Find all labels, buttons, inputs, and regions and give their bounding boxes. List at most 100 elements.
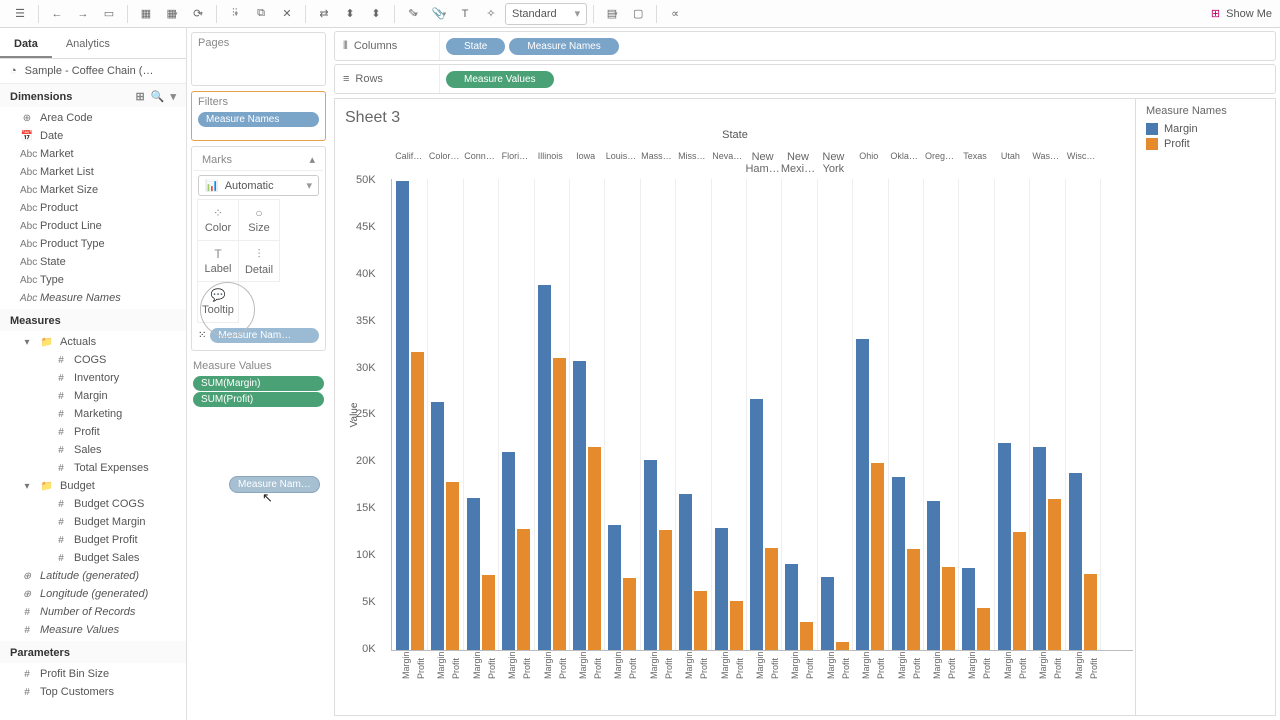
bar-profit[interactable] (871, 463, 884, 650)
bar-margin[interactable] (927, 501, 940, 650)
bar-profit[interactable] (1084, 574, 1097, 650)
meas-budget-cogs[interactable]: #Budget COGS (0, 495, 186, 513)
bar-profit[interactable] (836, 642, 849, 650)
col-pill-measure-names[interactable]: Measure Names (509, 38, 618, 55)
meas-measure-values[interactable]: #Measure Values (0, 621, 186, 639)
filters-shelf[interactable]: Filters Measure Names (191, 91, 326, 141)
pin-icon[interactable]: ✧ (479, 3, 503, 25)
bar-profit[interactable] (1048, 499, 1061, 650)
group-budget[interactable]: ▾📁Budget (0, 477, 186, 495)
presentation-icon[interactable]: ▢ (626, 3, 650, 25)
bar-profit[interactable] (623, 578, 636, 650)
show-me-button[interactable]: ⊞Show Me (1211, 7, 1272, 20)
bar-margin[interactable] (1069, 473, 1082, 650)
sheet-title[interactable]: Sheet 3 (345, 109, 1127, 127)
meas-profit[interactable]: #Profit (0, 423, 186, 441)
state-header-label[interactable]: Miss… (674, 151, 709, 175)
bar-margin[interactable] (785, 564, 798, 650)
state-header-label[interactable]: Was… (1028, 151, 1063, 175)
filter-pill-measure-names[interactable]: Measure Names (198, 112, 319, 127)
bar-profit[interactable] (659, 530, 672, 650)
dim-area-code[interactable]: ⊕Area Code (0, 109, 186, 127)
state-header-label[interactable]: Wisc… (1063, 151, 1098, 175)
dragging-pill[interactable]: Measure Nam… (229, 476, 320, 493)
bar-margin[interactable] (396, 181, 409, 650)
state-header-label[interactable]: Mass… (639, 151, 674, 175)
legend-item-margin[interactable]: Margin (1146, 123, 1265, 135)
bar-margin[interactable] (962, 568, 975, 650)
state-header-label[interactable]: Color… (426, 151, 461, 175)
menu-caret-icon[interactable]: ▾ (170, 90, 176, 103)
auto-update-icon[interactable]: ⟳▾ (186, 3, 210, 25)
bar-margin[interactable] (538, 285, 551, 650)
bar-margin[interactable] (502, 452, 515, 650)
tab-data[interactable]: Data (0, 32, 52, 58)
back-icon[interactable]: ← (45, 3, 69, 25)
meas-margin[interactable]: #Margin (0, 387, 186, 405)
mark-type-select[interactable]: 📊Automatic▾ (198, 175, 319, 196)
bar-margin[interactable] (679, 494, 692, 650)
pages-shelf[interactable]: Pages (191, 32, 326, 86)
datasource-row[interactable]: ◔ Sample - Coffee Chain (… (0, 59, 186, 84)
swap-icon[interactable]: ⇄ (312, 3, 336, 25)
meas-total-expenses[interactable]: #Total Expenses (0, 459, 186, 477)
clear-icon[interactable]: ✕ (275, 3, 299, 25)
measure-values-shelf[interactable]: Measure Values SUM(Margin) SUM(Profit) (191, 356, 326, 412)
state-header-label[interactable]: NewYork (816, 151, 851, 175)
cards-icon[interactable]: ▤▾ (600, 3, 624, 25)
bar-margin[interactable] (644, 460, 657, 650)
bar-profit[interactable] (482, 575, 495, 650)
meas-longitude-generated-[interactable]: ⊕Longitude (generated) (0, 585, 186, 603)
bar-profit[interactable] (800, 622, 813, 650)
search-icon[interactable]: 🔍 (151, 90, 165, 103)
bar-profit[interactable] (942, 567, 955, 650)
save-icon[interactable]: ▭ (97, 3, 121, 25)
dim-product-line[interactable]: AbcProduct Line (0, 217, 186, 235)
state-header-label[interactable]: Neva… (710, 151, 745, 175)
bar-margin[interactable] (573, 361, 586, 650)
meas-number-of-records[interactable]: #Number of Records (0, 603, 186, 621)
bar-margin[interactable] (715, 528, 728, 650)
dim-product[interactable]: AbcProduct (0, 199, 186, 217)
bar-margin[interactable] (608, 525, 621, 650)
marks-pill-measure-names[interactable]: Measure Nam… (210, 328, 319, 343)
meas-inventory[interactable]: #Inventory (0, 369, 186, 387)
dim-measure-names[interactable]: AbcMeasure Names (0, 289, 186, 307)
share-icon[interactable]: ∝ (663, 3, 687, 25)
state-header-label[interactable]: Utah (993, 151, 1028, 175)
mv-pill-margin[interactable]: SUM(Margin) (193, 376, 324, 391)
bar-profit[interactable] (1013, 532, 1026, 650)
bar-profit[interactable] (977, 608, 990, 650)
state-header-label[interactable]: Flori… (497, 151, 532, 175)
bar-margin[interactable] (892, 477, 905, 650)
meas-marketing[interactable]: #Marketing (0, 405, 186, 423)
param-profit-bin-size[interactable]: #Profit Bin Size (0, 665, 186, 683)
state-header-label[interactable]: Texas (957, 151, 992, 175)
bar-margin[interactable] (467, 498, 480, 650)
state-header-label[interactable]: Okla… (886, 151, 921, 175)
bar-profit[interactable] (553, 358, 566, 650)
data-source-icon[interactable]: ▦ (134, 3, 158, 25)
meas-cogs[interactable]: #COGS (0, 351, 186, 369)
dim-product-type[interactable]: AbcProduct Type (0, 235, 186, 253)
refresh-icon[interactable]: ▦▾ (160, 3, 184, 25)
meas-latitude-generated-[interactable]: ⊕Latitude (generated) (0, 567, 186, 585)
state-header-label[interactable]: NewMexi… (780, 151, 815, 175)
highlight-icon[interactable]: ✎▾ (401, 3, 425, 25)
bar-profit[interactable] (907, 549, 920, 650)
text-icon[interactable]: T (453, 3, 477, 25)
mark-tooltip[interactable]: 💬Tooltip (197, 281, 239, 323)
state-header-label[interactable]: Oreg… (922, 151, 957, 175)
mark-detail[interactable]: ⫶Detail (238, 240, 280, 282)
attach-icon[interactable]: 📎▾ (427, 3, 451, 25)
state-header-label[interactable]: Ohio (851, 151, 886, 175)
bar-profit[interactable] (765, 548, 778, 650)
state-header-label[interactable]: Illinois (533, 151, 568, 175)
bar-profit[interactable] (588, 447, 601, 650)
bar-profit[interactable] (730, 601, 743, 650)
bar-margin[interactable] (821, 577, 834, 650)
dim-state[interactable]: AbcState (0, 253, 186, 271)
meas-sales[interactable]: #Sales (0, 441, 186, 459)
bar-profit[interactable] (694, 591, 707, 650)
mv-pill-profit[interactable]: SUM(Profit) (193, 392, 324, 407)
